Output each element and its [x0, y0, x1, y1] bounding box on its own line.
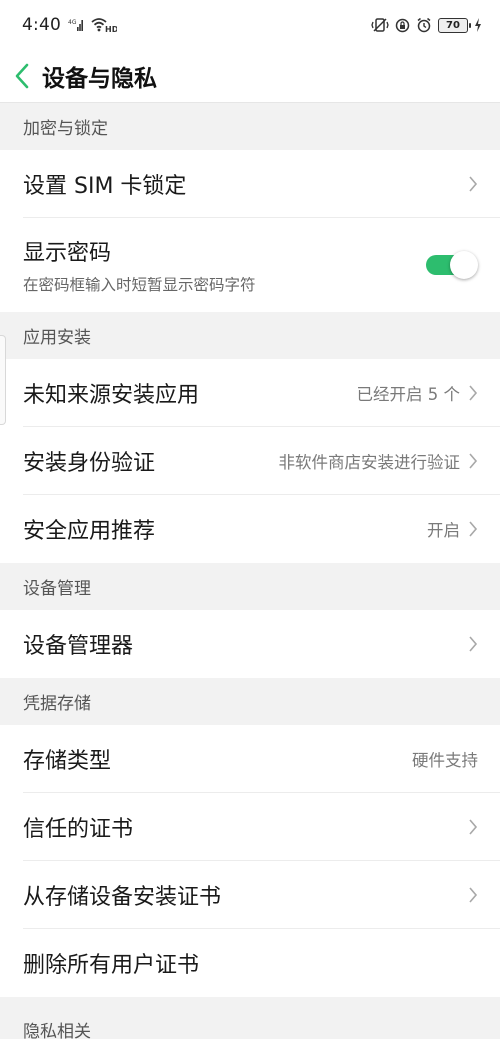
row-right: [468, 635, 478, 653]
status-bar: 4:40 4G HD 70: [0, 0, 500, 50]
row-storage-type: 存储类型 硬件支持: [0, 725, 500, 793]
toggle-knob: [450, 251, 478, 279]
cellular-signal-icon: 4G: [68, 18, 84, 32]
app-header: 设备与隐私: [0, 50, 500, 103]
section-title: 凭据存储: [23, 694, 91, 714]
section-title: 应用安装: [23, 328, 91, 348]
row-install-verify[interactable]: 安装身份验证 非软件商店安装进行验证: [0, 427, 500, 495]
row-label: 信任的证书: [23, 817, 134, 842]
row-right: [468, 175, 478, 193]
show-password-toggle[interactable]: [424, 251, 478, 279]
chevron-right-icon: [469, 819, 478, 835]
charging-icon: [474, 18, 482, 32]
section-header-privacy: 隐私相关: [0, 997, 500, 1039]
row-value: 非软件商店安装进行验证: [278, 453, 461, 472]
chevron-right-icon: [469, 385, 478, 401]
section-header-encryption: 加密与锁定: [0, 103, 500, 150]
section-header-app-install: 应用安装: [0, 312, 500, 359]
row-value: 硬件支持: [412, 751, 478, 770]
row-install-from-storage[interactable]: 从存储设备安装证书: [0, 861, 500, 929]
row-right: 非软件商店安装进行验证: [279, 449, 479, 473]
wifi-icon: HD: [91, 17, 117, 33]
alarm-icon: [416, 17, 432, 33]
row-right: [468, 886, 478, 904]
row-show-password[interactable]: 显示密码 在密码框输入时短暂显示密码字符: [0, 218, 500, 312]
row-label: 显示密码: [23, 241, 112, 266]
row-sim-lock[interactable]: 设置 SIM 卡锁定: [0, 150, 500, 218]
row-label: 安装身份验证: [23, 451, 156, 476]
row-label: 存储类型: [23, 749, 112, 774]
row-label: 删除所有用户证书: [23, 953, 200, 978]
back-button[interactable]: [14, 56, 40, 96]
row-main: 显示密码 在密码框输入时短暂显示密码字符: [23, 235, 256, 295]
page-title: 设备与隐私: [42, 66, 157, 92]
section-header-device-management: 设备管理: [0, 563, 500, 610]
row-right: [424, 251, 478, 279]
back-arrow-icon: [15, 63, 29, 89]
row-security-recommend[interactable]: 安全应用推荐 开启: [0, 495, 500, 563]
wifi-hd-label: HD: [105, 25, 117, 33]
row-trusted-certs[interactable]: 信任的证书: [0, 793, 500, 861]
svg-text:4G: 4G: [68, 19, 77, 26]
edge-gesture-handle[interactable]: [0, 335, 6, 425]
chevron-right-icon: [469, 453, 478, 469]
row-unknown-sources[interactable]: 未知来源安装应用 已经开启 5 个: [0, 359, 500, 427]
row-right: 已经开启 5 个: [357, 381, 479, 405]
battery-indicator: 70: [438, 17, 471, 33]
section-title: 设备管理: [23, 579, 91, 599]
row-right: [468, 818, 478, 836]
chevron-right-icon: [469, 636, 478, 652]
row-label: 未知来源安装应用: [23, 383, 200, 408]
chevron-right-icon: [469, 887, 478, 903]
row-right: 开启: [427, 517, 478, 541]
row-right: 硬件支持: [412, 747, 478, 771]
row-value: 已经开启 5 个: [356, 385, 461, 404]
row-subtitle: 在密码框输入时短暂显示密码字符: [23, 276, 256, 294]
settings-screen: 4:40 4G HD 70 设备与隐私 加密与锁定 设置 SIM 卡锁定 显示密…: [0, 0, 500, 1039]
row-clear-certs[interactable]: 删除所有用户证书: [0, 929, 500, 997]
row-value: 开启: [427, 521, 460, 540]
section-header-credential-storage: 凭据存储: [0, 678, 500, 725]
chevron-right-icon: [469, 521, 478, 537]
status-left: 4:40 4G HD: [22, 15, 117, 35]
row-label: 设备管理器: [23, 634, 134, 659]
row-label: 设置 SIM 卡锁定: [23, 174, 187, 199]
row-label: 安全应用推荐: [23, 519, 156, 544]
status-right: 70: [371, 17, 482, 33]
location-icon: [395, 18, 410, 33]
row-label: 从存储设备安装证书: [23, 885, 222, 910]
section-title: 加密与锁定: [23, 119, 108, 139]
vibrate-icon: [371, 17, 389, 33]
status-time: 4:40: [22, 15, 61, 35]
section-title: 隐私相关: [23, 1022, 91, 1039]
row-device-admin[interactable]: 设备管理器: [0, 610, 500, 678]
chevron-right-icon: [469, 176, 478, 192]
